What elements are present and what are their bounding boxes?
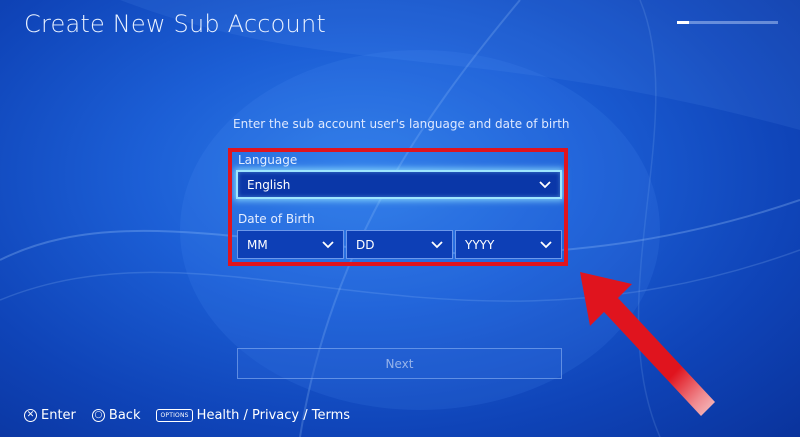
options-button-icon: OPTIONS	[156, 408, 193, 422]
form-instructions: Enter the sub account user's language an…	[233, 117, 570, 131]
next-button[interactable]: Next	[237, 348, 562, 379]
options-hint[interactable]: OPTIONS Health / Privacy / Terms	[156, 408, 350, 423]
setup-progress-fill	[677, 21, 690, 24]
enter-hint: ✕ Enter	[24, 408, 76, 423]
red-arrow-icon	[580, 272, 715, 416]
back-hint: ○ Back	[91, 407, 141, 423]
options-hint-label: Health / Privacy / Terms	[196, 407, 350, 423]
annotation-highlight-box	[228, 148, 568, 266]
page-title: Create New Sub Account	[24, 10, 326, 38]
enter-hint-label: Enter	[41, 407, 76, 423]
controller-hints-bar: ✕ Enter ○ Back OPTIONS Health / Privacy …	[24, 405, 366, 425]
cross-button-icon: ✕	[24, 408, 37, 422]
circle-button-icon: ○	[91, 408, 105, 422]
back-hint-label: Back	[108, 407, 141, 423]
setup-progress-bar	[677, 21, 778, 24]
ps4-screen: Create New Sub Account Enter the sub acc…	[0, 0, 800, 437]
